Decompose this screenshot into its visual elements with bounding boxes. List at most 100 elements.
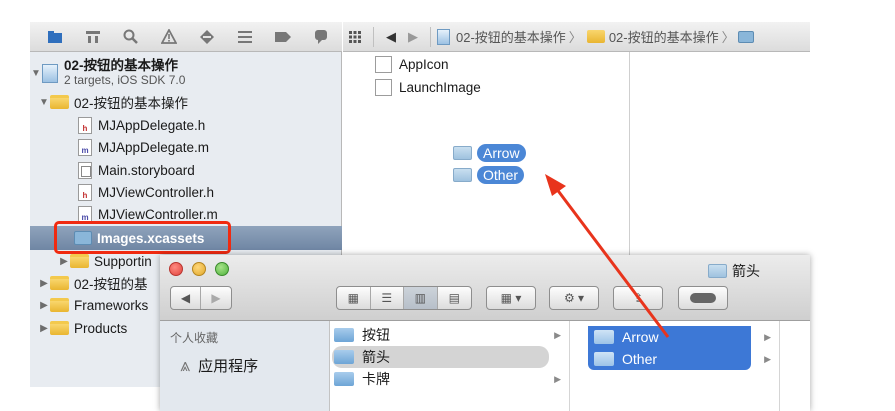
disclosure-triangle-icon[interactable]: ▶ bbox=[38, 300, 50, 311]
finder-row-label: 箭头 bbox=[362, 349, 390, 365]
finder-titlebar: 箭头 ◀ ▶ ▦ ☰ ▥ ▤ ▦ ▾ ⚙ ▾ ⇪ bbox=[160, 255, 810, 321]
implementation-file-icon: m bbox=[78, 138, 92, 156]
image-set-icon bbox=[375, 55, 392, 73]
icon-view-icon[interactable]: ▦ bbox=[337, 287, 371, 309]
finder-sidebar: 个人收藏 ⩓ 应用程序 bbox=[160, 321, 330, 411]
file-row[interactable]: h MJViewController.h bbox=[78, 181, 214, 203]
asset-item[interactable]: LaunchImage bbox=[375, 76, 481, 98]
tag-icon bbox=[690, 293, 716, 303]
storyboard-file-icon bbox=[78, 161, 92, 179]
file-row[interactable]: m MJAppDelegate.m bbox=[78, 136, 209, 158]
folder-icon bbox=[334, 350, 354, 364]
breadcrumb-group[interactable]: 02-按钮的基本操作 bbox=[609, 27, 719, 46]
back-forward-control[interactable]: ◀ ▶ bbox=[170, 286, 232, 310]
folder-icon bbox=[50, 95, 69, 109]
disclosure-triangle-icon[interactable]: ▼ bbox=[38, 97, 50, 108]
folder-icon bbox=[334, 372, 354, 386]
list-view-icon[interactable]: ☰ bbox=[371, 287, 404, 309]
tags-button[interactable] bbox=[678, 286, 728, 310]
group-row[interactable]: ▶ 02-按钮的基 bbox=[38, 272, 148, 294]
finder-row-selected[interactable]: 箭头 bbox=[332, 346, 549, 368]
folder-icon[interactable] bbox=[36, 26, 74, 48]
breadcrumb-separator: 〉 bbox=[568, 30, 582, 45]
finder-row[interactable]: 卡牌 ▶ bbox=[334, 368, 569, 390]
project-icon bbox=[437, 28, 450, 45]
file-row[interactable]: h MJAppDelegate.h bbox=[78, 114, 205, 136]
group-label: Products bbox=[74, 320, 128, 336]
breadcrumb-project[interactable]: 02-按钮的基本操作 bbox=[456, 27, 566, 46]
folder-icon bbox=[453, 146, 472, 160]
cover-flow-icon[interactable]: ▤ bbox=[438, 287, 471, 309]
file-label: MJViewController.m bbox=[98, 206, 218, 222]
file-row[interactable]: Main.storyboard bbox=[78, 159, 195, 181]
header-file-icon: h bbox=[78, 116, 92, 134]
share-button[interactable]: ⇪ bbox=[613, 286, 663, 310]
disclosure-triangle-icon[interactable]: ▶ bbox=[38, 278, 50, 289]
hierarchy-icon[interactable] bbox=[74, 26, 112, 48]
back-arrow-icon[interactable]: ◀ bbox=[380, 29, 402, 45]
disclosure-triangle-icon[interactable]: ▶ bbox=[58, 256, 70, 267]
breakpoint-icon[interactable] bbox=[264, 26, 302, 48]
project-subtitle: 2 targets, iOS SDK 7.0 bbox=[64, 73, 186, 87]
disclosure-triangle-icon[interactable]: ▼ bbox=[30, 68, 42, 79]
group-row[interactable]: ▶ Frameworks bbox=[38, 294, 148, 316]
arrange-button[interactable]: ▦ ▾ bbox=[486, 286, 536, 310]
finder-row[interactable]: 按钮 ▶ bbox=[334, 324, 569, 346]
search-icon[interactable] bbox=[112, 26, 150, 48]
asset-label: LaunchImage bbox=[399, 79, 481, 95]
close-button[interactable] bbox=[169, 262, 183, 276]
test-icon[interactable] bbox=[188, 26, 226, 48]
group-row[interactable]: ▼ 02-按钮的基本操作 bbox=[38, 91, 188, 113]
back-arrow-icon[interactable]: ◀ bbox=[171, 287, 202, 309]
folder-icon bbox=[50, 298, 69, 312]
gear-icon: ⚙ ▾ bbox=[563, 291, 585, 305]
folder-icon bbox=[453, 168, 472, 182]
finder-row-label: Other bbox=[622, 351, 658, 367]
asset-detail-pane bbox=[631, 52, 810, 262]
finder-row-selected[interactable]: Arrow bbox=[588, 326, 751, 348]
sidebar-item-label: 应用程序 bbox=[198, 358, 259, 375]
forward-arrow-icon[interactable]: ▶ bbox=[402, 29, 424, 45]
jump-bar: ◀ ▶ 02-按钮的基本操作 〉 02-按钮的基本操作 〉 bbox=[343, 22, 810, 52]
column-view-icon[interactable]: ▥ bbox=[404, 287, 438, 309]
file-label: Main.storyboard bbox=[98, 162, 195, 178]
folder-icon bbox=[70, 254, 89, 268]
group-row[interactable]: ▶ Products bbox=[38, 317, 127, 339]
forward-arrow-icon[interactable]: ▶ bbox=[201, 287, 231, 309]
file-label: MJAppDelegate.m bbox=[98, 139, 210, 155]
folder-icon bbox=[50, 276, 69, 290]
finder-column-1: 按钮 ▶ 箭头 卡牌 ▶ bbox=[330, 321, 570, 411]
log-icon[interactable] bbox=[302, 26, 340, 48]
chevron-right-icon: ▶ bbox=[764, 354, 771, 364]
project-icon bbox=[42, 63, 58, 83]
finder-column-2: Arrow ▶ Other ▶ bbox=[570, 321, 780, 411]
minimize-button[interactable] bbox=[192, 262, 206, 276]
header-file-icon: h bbox=[78, 183, 92, 201]
chevron-right-icon: ▶ bbox=[554, 329, 561, 340]
chevron-right-icon: ▶ bbox=[764, 332, 771, 342]
view-mode-control[interactable]: ▦ ☰ ▥ ▤ bbox=[336, 286, 472, 310]
folder-icon bbox=[50, 321, 69, 335]
action-button[interactable]: ⚙ ▾ bbox=[549, 286, 599, 310]
project-name: 02-按钮的基本操作 bbox=[64, 58, 179, 73]
asset-label: AppIcon bbox=[399, 56, 449, 72]
applications-icon: ⩓ bbox=[180, 355, 191, 375]
finder-row-label: Arrow bbox=[622, 329, 659, 345]
project-row[interactable]: ▼ 02-按钮的基本操作 2 targets, iOS SDK 7.0 bbox=[30, 55, 185, 91]
asset-group[interactable]: Other bbox=[453, 165, 525, 185]
disclosure-triangle-icon[interactable]: ▶ bbox=[38, 323, 50, 334]
grid-icon[interactable] bbox=[343, 30, 367, 43]
asset-item[interactable]: AppIcon bbox=[375, 53, 449, 75]
breadcrumb-separator: 〉 bbox=[721, 30, 735, 45]
debug-icon[interactable] bbox=[226, 26, 264, 48]
finder-row-selected[interactable]: Other bbox=[588, 348, 751, 370]
sidebar-item-applications[interactable]: ⩓ 应用程序 bbox=[180, 355, 258, 376]
chevron-right-icon: ▶ bbox=[554, 373, 561, 384]
share-icon: ⇪ bbox=[632, 291, 644, 305]
window-title-text: 箭头 bbox=[732, 263, 760, 279]
asset-group[interactable]: Arrow bbox=[453, 143, 526, 163]
folder-icon bbox=[586, 30, 605, 43]
zoom-button[interactable] bbox=[215, 262, 229, 276]
navigator-toolbar bbox=[30, 22, 342, 52]
warning-icon[interactable] bbox=[150, 26, 188, 48]
